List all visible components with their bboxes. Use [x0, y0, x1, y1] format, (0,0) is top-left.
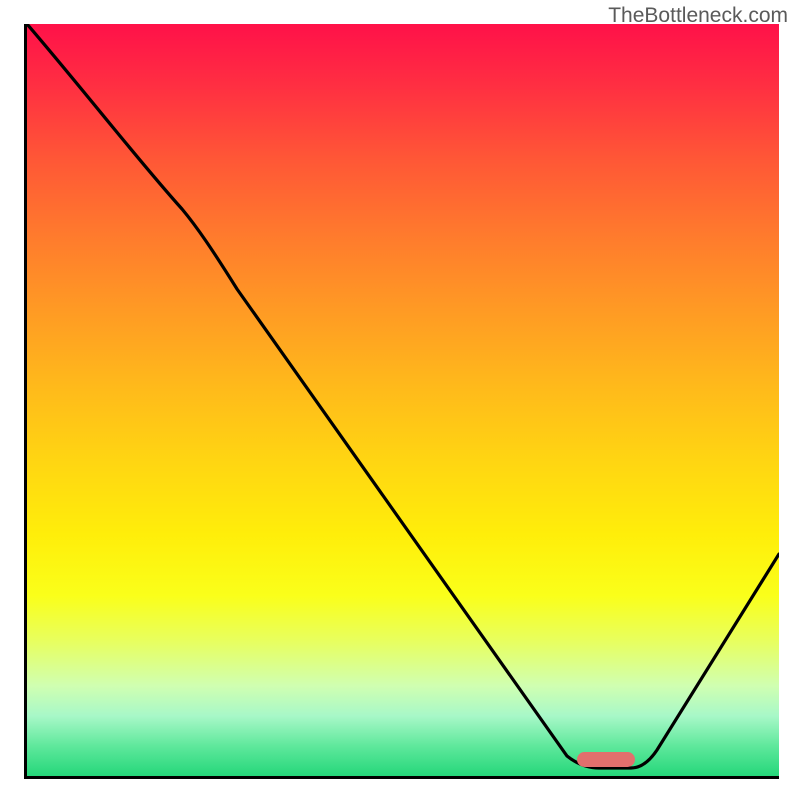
watermark-text: TheBottleneck.com: [608, 4, 788, 28]
optimal-range-marker: [577, 752, 635, 767]
bottleneck-curve: [27, 24, 779, 776]
chart-plot-area: [24, 24, 779, 779]
